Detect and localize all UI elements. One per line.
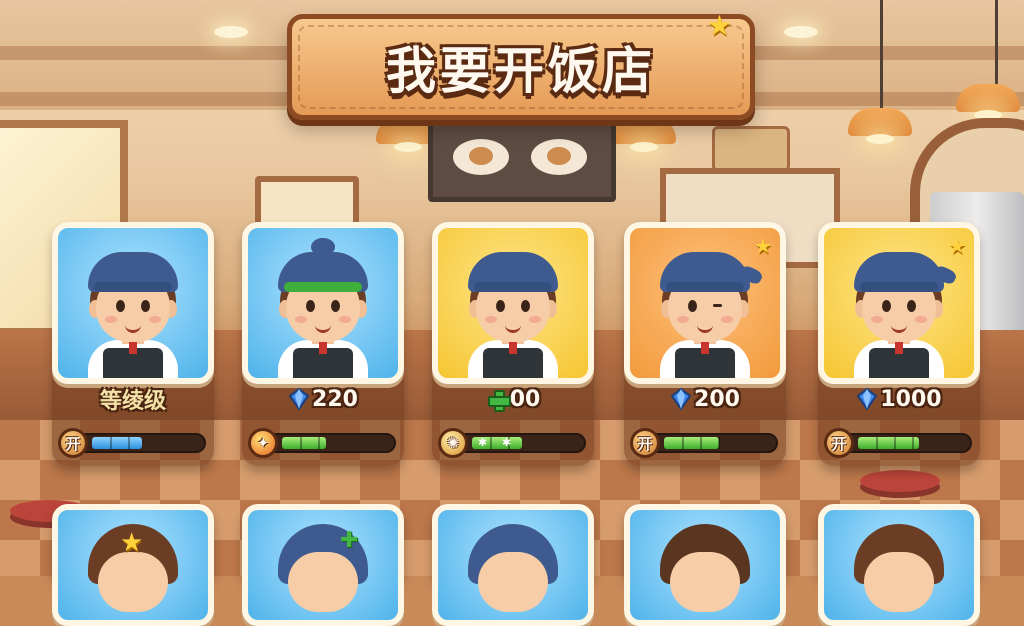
gem-value: 1000 xyxy=(880,386,942,412)
character-card[interactable]: ★ 200 开 xyxy=(624,222,786,466)
progress-segment xyxy=(912,437,914,449)
progress-segment xyxy=(876,437,878,449)
gem-value: 220 xyxy=(312,386,358,412)
star-icon: ★ xyxy=(706,9,732,42)
card-stat: 00 xyxy=(432,384,594,414)
progress-fill xyxy=(664,437,720,449)
progress-segment xyxy=(128,437,130,449)
progress-segment xyxy=(490,437,492,449)
health-value: 00 xyxy=(509,386,541,412)
game-title: 我要开饭店 xyxy=(386,42,656,100)
chef-character xyxy=(248,228,398,378)
character-card[interactable]: ★ xyxy=(52,504,214,626)
character-portrait: ★ xyxy=(624,222,786,384)
progress-segment xyxy=(700,437,702,449)
title-banner: 我要开饭店 ★ xyxy=(287,9,755,120)
progress-segment xyxy=(894,437,896,449)
character-portrait: ★ xyxy=(818,222,980,384)
card-stat: 220 xyxy=(242,384,404,414)
sparkle-icon: ✱ xyxy=(478,436,488,449)
level-label: 等绫级 xyxy=(99,389,166,414)
character-portrait xyxy=(432,222,594,384)
open-badge-icon[interactable]: 开 xyxy=(630,428,660,458)
character-card[interactable]: ✚ xyxy=(242,504,404,626)
character-card[interactable]: 220 ✦ xyxy=(242,222,404,466)
character-portrait: ★ xyxy=(52,504,214,626)
plus-cross-icon xyxy=(486,388,511,412)
gem-icon xyxy=(670,387,692,411)
gem-icon xyxy=(856,387,878,411)
progress-row: 开 xyxy=(824,428,974,458)
plus-icon: ✚ xyxy=(340,528,359,553)
progress-track: ✱ ✱ xyxy=(456,433,586,453)
star-icon: ★ xyxy=(948,234,966,258)
burst-badge-icon[interactable]: ✺ xyxy=(438,428,468,458)
progress-track xyxy=(842,433,972,453)
character-portrait xyxy=(52,222,214,384)
progress-track xyxy=(76,433,206,453)
character-portrait: ✚ xyxy=(242,504,404,626)
character-portrait xyxy=(818,504,980,626)
chef-character xyxy=(438,228,588,378)
gem-icon xyxy=(288,387,310,411)
progress-segment xyxy=(300,437,302,449)
progress-track xyxy=(266,433,396,453)
progress-fill xyxy=(282,437,326,449)
card-stat: 1000 xyxy=(818,384,980,414)
star-icon: ★ xyxy=(754,234,772,258)
star-icon: ★ xyxy=(120,528,144,558)
character-card[interactable]: 00 ✺ ✱ ✱ xyxy=(432,222,594,466)
character-card[interactable] xyxy=(818,504,980,626)
card-stat: 200 xyxy=(624,384,786,414)
character-card[interactable]: ★ 1000 开 xyxy=(818,222,980,466)
character-portrait xyxy=(624,504,786,626)
progress-fill xyxy=(858,437,919,449)
progress-row: 开 xyxy=(58,428,208,458)
character-portrait xyxy=(432,504,594,626)
progress-row: ✦ xyxy=(248,428,398,458)
progress-segment xyxy=(318,437,320,449)
progress-row: 开 xyxy=(630,428,780,458)
progress-row: ✺ ✱ ✱ xyxy=(438,428,588,458)
chef-character xyxy=(58,228,208,378)
open-badge-icon[interactable]: 开 xyxy=(58,428,88,458)
flame-badge-icon[interactable]: ✦ xyxy=(248,428,278,458)
open-badge-icon[interactable]: 开 xyxy=(824,428,854,458)
sparkle-icon: ✱ xyxy=(502,436,512,449)
character-card[interactable]: 等绫级 开 xyxy=(52,222,214,466)
character-card[interactable] xyxy=(624,504,786,626)
progress-segment xyxy=(682,437,684,449)
progress-segment xyxy=(110,437,112,449)
progress-track xyxy=(648,433,778,453)
character-card[interactable] xyxy=(432,504,594,626)
gem-value: 200 xyxy=(694,386,740,412)
card-stat: 等绫级 xyxy=(52,384,214,414)
progress-segment xyxy=(718,437,720,449)
progress-fill xyxy=(92,437,142,449)
character-portrait xyxy=(242,222,404,384)
